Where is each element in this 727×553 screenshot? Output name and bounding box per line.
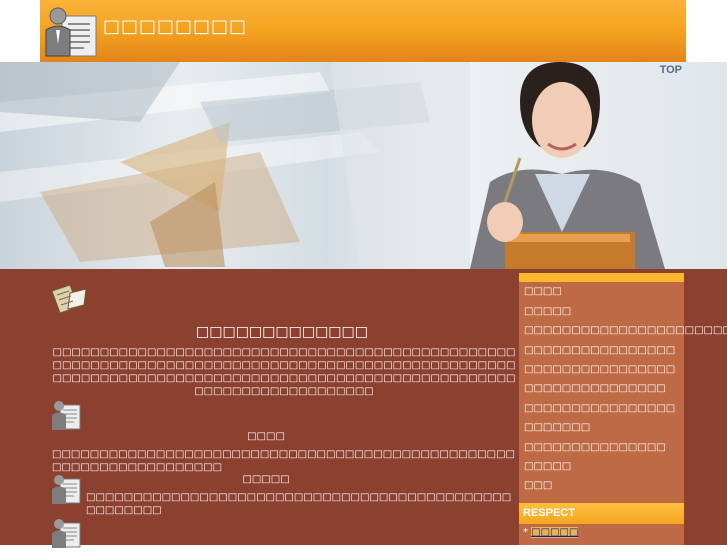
sidebar-top-bar	[519, 273, 684, 282]
sidebar-menu-item[interactable]: □□□□□□□□□□□□□□□	[524, 383, 666, 394]
respect-header: RESPECT	[519, 503, 684, 524]
sidebar-menu-item[interactable]: □□□□□□□	[524, 422, 590, 433]
hero-banner: TOP	[0, 62, 727, 269]
content-column: □□□□□□□□□□□□□ □□□□□□□□□□□□□□□□□□□□□□□□□□…	[48, 269, 516, 548]
site-title[interactable]: □□□□□□□□	[103, 16, 247, 37]
section-text: □□□□□□□□□□□□□□□□□□□□□□□□□□□□□□□□□□□□□□□□…	[86, 492, 512, 516]
sidebar-menu-item[interactable]: □□□□□□□□□□□□□□□	[524, 442, 666, 453]
respect-box: * □□□□□	[519, 524, 684, 545]
site-header: □□□□□□□□	[40, 0, 686, 62]
respect-label: RESPECT	[523, 507, 575, 519]
document-person-logo-icon[interactable]	[44, 4, 98, 58]
person-document-icon	[50, 517, 82, 549]
sidebar: □□□□ □□□□□ □□□□□□□□□□□□□□□□□□□□□ □□□□ □□□…	[519, 273, 727, 545]
sidebar-menu-item[interactable]: □□□□□□□□□□□□□□□□□□□□□□□□□	[524, 325, 727, 336]
sidebar-menu-item[interactable]: □□□	[524, 480, 552, 491]
section-heading: □□□□	[247, 431, 285, 442]
sidebar-menu-item[interactable]: □□□□□□□□□□□□□□□□	[524, 345, 675, 356]
respect-link[interactable]: □□□□□	[531, 527, 579, 538]
main-heading: □□□□□□□□□□□□□	[196, 324, 368, 340]
respect-list-item: * □□□□□	[523, 527, 579, 538]
sidebar-menu-item[interactable]: □□□□□	[524, 461, 571, 472]
businesswoman-with-notebook-photo	[0, 62, 665, 269]
intro-text: □□□□□□□□□□□□□□□□□□□□□□□□□□□□□□□□□□□□□□□□…	[52, 347, 516, 397]
person-document-icon	[50, 399, 82, 431]
top-link[interactable]: TOP	[660, 64, 682, 76]
section-heading: □□□□□	[242, 474, 290, 485]
sidebar-menu-item[interactable]: □□□□	[524, 286, 562, 297]
sidebar-menu-item[interactable]: □□□□□□□□□□□□□□□□	[524, 403, 675, 414]
section-text: □□□□□□□□□□□□□□□□□□□□□□□□□□□□□□□□□□□□□□□□…	[52, 449, 515, 473]
sidebar-menu: □□□□ □□□□□ □□□□□□□□□□□□□□□□□□□□□ □□□□ □□□…	[519, 282, 727, 503]
sidebar-menu-item[interactable]: □□□□□□□□□□□□□□□□	[524, 364, 675, 375]
sidebar-menu-item[interactable]: □□□□□	[524, 306, 571, 317]
paperwork-icon	[48, 283, 88, 314]
